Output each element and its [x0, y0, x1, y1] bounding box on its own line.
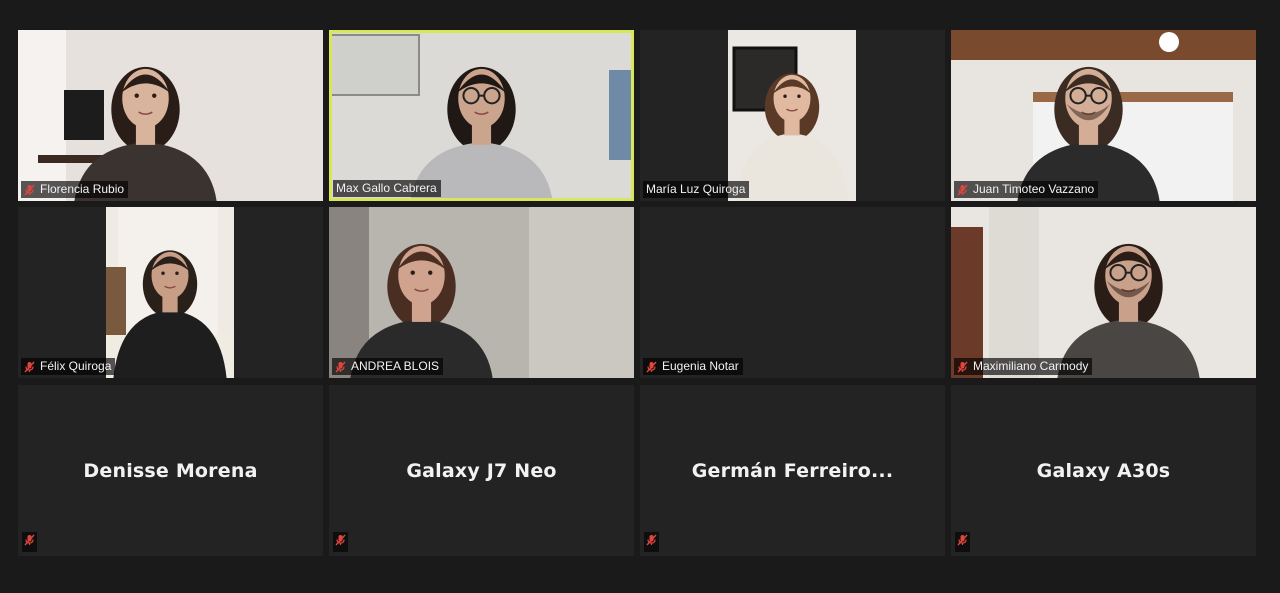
participant-name-label: Juan Timoteo Vazzano	[954, 181, 1099, 198]
microphone-muted-icon	[644, 532, 659, 552]
participant-video	[332, 33, 631, 198]
participant-tile[interactable]: Maximiliano Carmody	[951, 207, 1256, 378]
participant-name: Denisse Morena	[83, 459, 258, 482]
microphone-muted-icon	[955, 532, 970, 552]
participant-tile[interactable]: Galaxy J7 Neo	[329, 385, 634, 556]
participant-video	[728, 30, 856, 201]
participant-name: Maximiliano Carmody	[973, 359, 1089, 373]
participant-name: ANDREA BLOIS	[351, 359, 440, 373]
gallery-view: Florencia Rubio Max Gallo Cabrera María Lu…	[0, 0, 1280, 593]
participant-name-label: ANDREA BLOIS	[332, 358, 444, 375]
participant-name: Germán Ferreiro...	[691, 459, 894, 482]
participant-tile[interactable]: Galaxy A30s	[951, 385, 1256, 556]
participant-name: Eugenia Notar	[662, 359, 739, 373]
participant-video	[951, 207, 1256, 378]
microphone-muted-icon	[957, 361, 968, 373]
participant-name: María Luz Quiroga	[646, 182, 746, 196]
microphone-muted-icon	[24, 184, 35, 196]
participant-name: Florencia Rubio	[40, 182, 125, 196]
participant-video	[18, 30, 323, 201]
participant-tile[interactable]: María Luz Quiroga	[640, 30, 945, 201]
participant-name: Max Gallo Cabrera	[336, 181, 437, 195]
participant-tile[interactable]: Félix Quiroga	[18, 207, 323, 378]
participant-name: Juan Timoteo Vazzano	[973, 182, 1095, 196]
participant-name: Galaxy J7 Neo	[406, 459, 557, 482]
participant-name: Galaxy A30s	[1036, 459, 1171, 482]
microphone-muted-icon	[22, 532, 37, 552]
participant-name-label: Eugenia Notar	[643, 358, 743, 375]
participant-video	[951, 30, 1256, 201]
participant-tile[interactable]: Eugenia Notar	[640, 207, 945, 378]
participant-tile[interactable]: ANDREA BLOIS	[329, 207, 634, 378]
participant-video	[106, 207, 234, 378]
participant-name-label: María Luz Quiroga	[643, 181, 750, 198]
participant-tile[interactable]: Denisse Morena	[18, 385, 323, 556]
participant-name-label: Félix Quiroga	[21, 358, 116, 375]
participant-name-label: Florencia Rubio	[21, 181, 129, 198]
microphone-muted-icon	[646, 361, 657, 373]
microphone-muted-icon	[957, 184, 968, 196]
microphone-muted-icon	[333, 532, 348, 552]
participant-tile[interactable]: Juan Timoteo Vazzano	[951, 30, 1256, 201]
participant-name-label: Maximiliano Carmody	[954, 358, 1093, 375]
participant-tile[interactable]: Max Gallo Cabrera	[329, 30, 634, 201]
microphone-muted-icon	[335, 361, 346, 373]
participant-tile[interactable]: Florencia Rubio	[18, 30, 323, 201]
participant-name: Félix Quiroga	[40, 359, 112, 373]
participant-video	[329, 207, 634, 378]
participant-name-label: Max Gallo Cabrera	[333, 180, 441, 197]
microphone-muted-icon	[24, 361, 35, 373]
participant-tile[interactable]: Germán Ferreiro...	[640, 385, 945, 556]
